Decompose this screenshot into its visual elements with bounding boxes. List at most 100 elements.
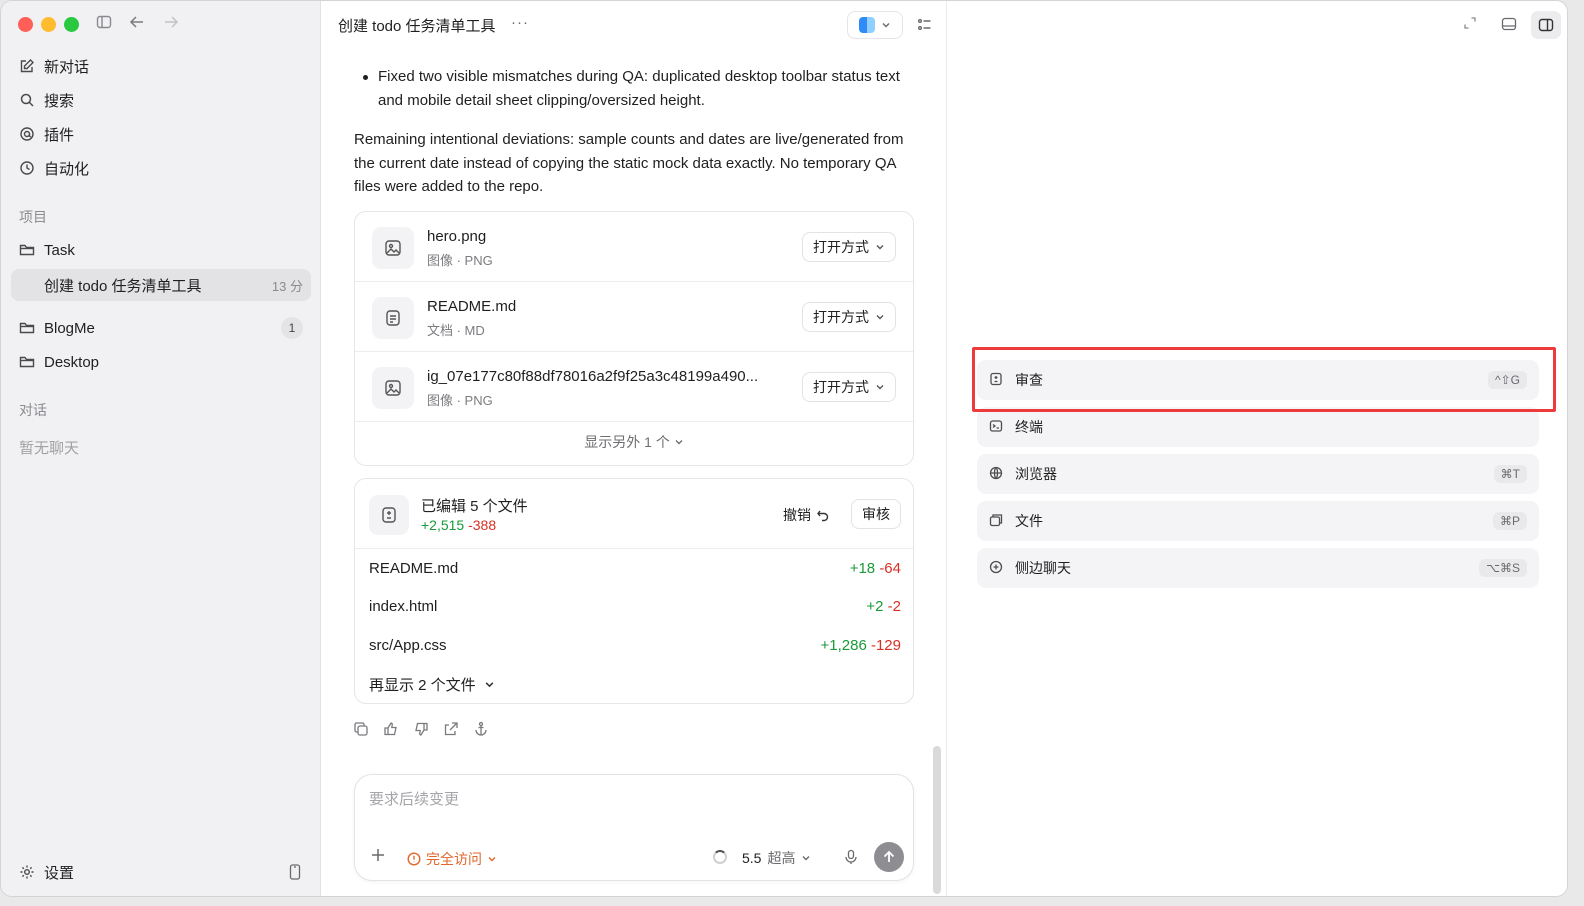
keyboard-shortcut: ⌘P — [1492, 512, 1527, 530]
phone-icon[interactable] — [289, 864, 301, 883]
forward-arrow-icon[interactable] — [163, 14, 179, 36]
scrollbar[interactable] — [933, 746, 941, 894]
menu-item-files[interactable]: 文件 ⌘P — [977, 501, 1539, 541]
project-task[interactable]: Task — [11, 235, 311, 265]
edited-files-header: 已编辑 5 个文件 +2,515 -388 撤销 审核 — [355, 479, 913, 549]
file-type: 文档 · MD — [427, 323, 485, 338]
keyboard-shortcut: ⌘T — [1493, 465, 1527, 483]
send-button[interactable] — [874, 842, 904, 872]
highlight-box — [972, 347, 1556, 412]
show-more-files-button[interactable]: 显示另外 1 个 — [355, 432, 913, 452]
diff-stats: +2 -2 — [866, 598, 901, 615]
chevron-down-icon — [876, 385, 884, 390]
close-window-button[interactable] — [18, 17, 33, 32]
review-button[interactable]: 审核 — [851, 499, 901, 529]
project-desktop[interactable]: Desktop — [11, 347, 311, 377]
search-icon — [19, 92, 35, 108]
share-icon[interactable] — [443, 721, 459, 740]
diff-row[interactable]: README.md +18 -64 — [369, 560, 901, 577]
file-row[interactable]: ig_07e177c80f88df78016a2f9f25a3c48199a49… — [355, 352, 913, 422]
undo-button[interactable]: 撤销 — [783, 505, 830, 525]
open-with-button[interactable]: 打开方式 — [802, 372, 896, 402]
open-with-button[interactable]: 打开方式 — [802, 232, 896, 262]
globe-icon — [989, 466, 1005, 482]
chat-item-todo-tool[interactable]: 创建 todo 任务清单工具 13 分 — [11, 269, 311, 301]
arrow-up-icon — [883, 850, 895, 862]
bottom-panel-icon[interactable] — [1501, 16, 1517, 35]
open-with-label: 打开方式 — [813, 379, 869, 395]
diff-icon — [369, 495, 409, 535]
access-mode-select[interactable]: 完全访问 — [407, 849, 497, 869]
file-row[interactable]: README.md 文档 · MD 打开方式 — [355, 282, 913, 352]
clock-icon — [19, 160, 35, 176]
project-blogme[interactable]: BlogMe 1 — [11, 313, 311, 343]
diff-added: +2 — [866, 598, 884, 615]
file-type: 图像 · PNG — [427, 253, 493, 268]
zoom-window-button[interactable] — [64, 17, 79, 32]
minimize-window-button[interactable] — [41, 17, 56, 32]
model-select[interactable]: 5.5 超高 — [742, 848, 811, 868]
chevron-down-icon — [802, 856, 810, 861]
right-panel-toggle-icon[interactable] — [1531, 11, 1561, 39]
add-attachment-button[interactable] — [370, 847, 386, 867]
edited-files-card: 已编辑 5 个文件 +2,515 -388 撤销 审核 README.md +1… — [354, 478, 914, 704]
message-actions — [353, 721, 489, 740]
app-window: 新对话 搜索 插件 自动化 项目 Task 创建 todo 任务清单工具 13 … — [0, 0, 1568, 897]
warning-icon — [407, 852, 421, 866]
follow-up-input[interactable] — [369, 791, 889, 808]
projects-section-label: 项目 — [19, 209, 47, 225]
undo-label: 撤销 — [783, 507, 811, 523]
nav-plugins[interactable]: 插件 — [11, 119, 311, 149]
diff-row[interactable]: src/App.css +1,286 -129 — [369, 637, 901, 654]
thumbs-down-icon[interactable] — [413, 721, 429, 740]
lines-removed: -388 — [468, 517, 497, 533]
open-with-label: 打开方式 — [813, 309, 869, 325]
copy-icon[interactable] — [353, 721, 369, 740]
diff-row[interactable]: index.html +2 -2 — [369, 598, 901, 615]
folder-icon — [19, 354, 35, 370]
diff-removed: -2 — [887, 598, 901, 615]
diff-removed: -129 — [870, 637, 901, 654]
show-more-diff-label: 再显示 2 个文件 — [369, 677, 476, 694]
settings-button[interactable]: 设置 — [11, 857, 311, 887]
sidebar-toggle-icon[interactable] — [96, 14, 112, 36]
file-name: README.md — [427, 298, 517, 315]
back-arrow-icon[interactable] — [129, 14, 145, 36]
model-version: 5.5 — [742, 850, 762, 866]
menu-item-label: 侧边聊天 — [1015, 560, 1071, 576]
task-list-icon[interactable] — [917, 17, 933, 36]
file-row[interactable]: hero.png 图像 · PNG 打开方式 — [355, 212, 913, 282]
menu-item-terminal[interactable]: 终端 — [977, 407, 1539, 447]
nav-search[interactable]: 搜索 — [11, 85, 311, 115]
menu-item-label: 浏览器 — [1015, 466, 1057, 482]
open-in-app-select[interactable] — [847, 11, 903, 39]
open-with-button[interactable]: 打开方式 — [802, 302, 896, 332]
nav-automation[interactable]: 自动化 — [11, 153, 311, 183]
nav-label: 插件 — [44, 126, 75, 144]
plus-circle-icon — [989, 560, 1005, 576]
show-more-diff-button[interactable]: 再显示 2 个文件 — [369, 674, 495, 695]
more-options-icon[interactable]: ··· — [511, 14, 529, 31]
document-icon — [372, 297, 414, 339]
menu-item-browser[interactable]: 浏览器 ⌘T — [977, 454, 1539, 494]
nav-new-chat[interactable]: 新对话 — [11, 51, 311, 81]
access-mode-label: 完全访问 — [426, 851, 482, 867]
diff-stats: +18 -64 — [850, 560, 901, 577]
chevron-down-icon — [876, 315, 884, 320]
edited-files-title: 已编辑 5 个文件 — [421, 498, 528, 515]
attached-files-card: hero.png 图像 · PNG 打开方式 README.md 文档 · MD… — [354, 211, 914, 466]
folder-icon — [19, 242, 35, 258]
expand-icon[interactable] — [1463, 16, 1477, 33]
microphone-icon[interactable] — [844, 849, 858, 868]
loading-spinner-icon — [713, 850, 727, 864]
anchor-icon[interactable] — [473, 721, 489, 740]
settings-label: 设置 — [44, 864, 75, 882]
diff-file-name: index.html — [369, 598, 438, 615]
composer: 完全访问 5.5 超高 — [354, 774, 914, 881]
menu-item-side-chat[interactable]: 侧边聊天 ⌥⌘S — [977, 548, 1539, 588]
chevron-down-icon — [882, 23, 890, 28]
thumbs-up-icon[interactable] — [383, 721, 399, 740]
chat-panel: 创建 todo 任务清单工具 ··· Fixed two visible mis… — [321, 1, 947, 896]
plugin-icon — [19, 126, 35, 142]
project-label: BlogMe — [44, 319, 95, 337]
